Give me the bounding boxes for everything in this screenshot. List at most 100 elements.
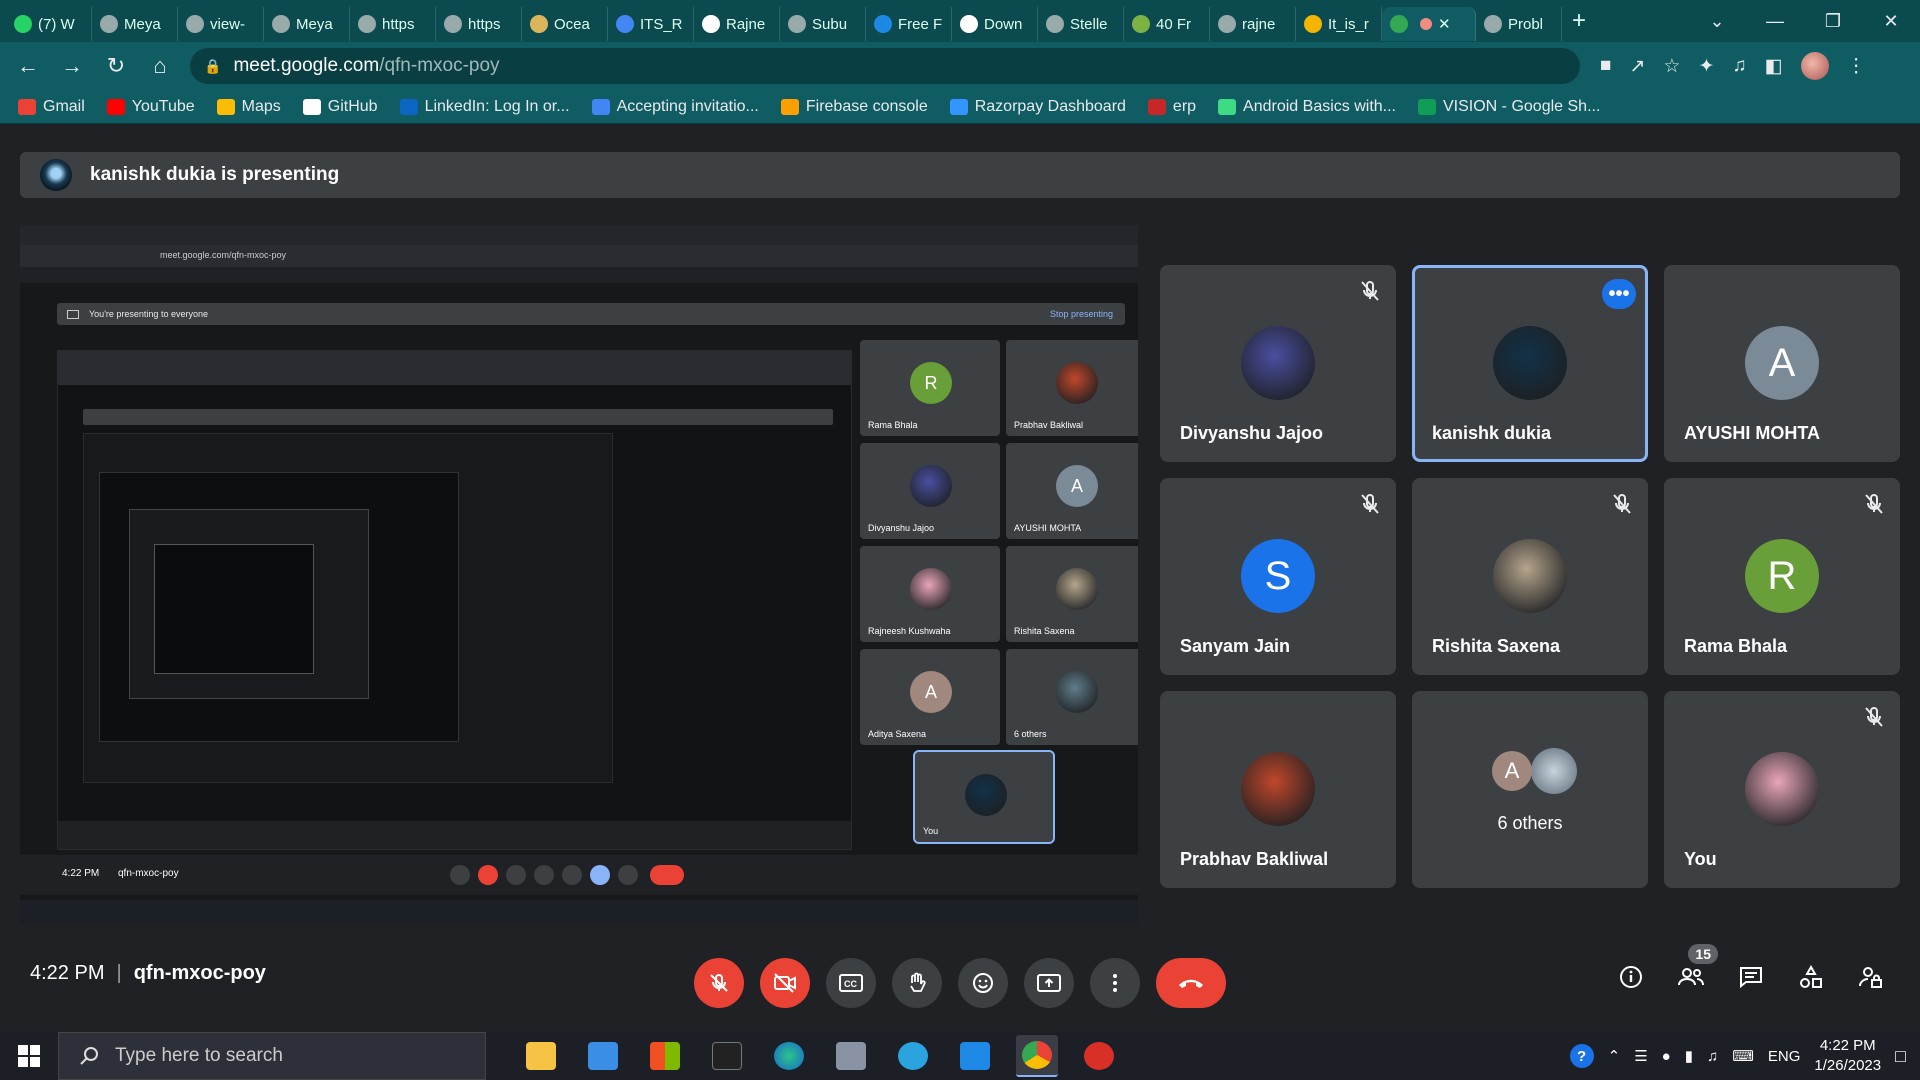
browser-tab[interactable]: https — [350, 7, 436, 41]
file-explorer-app[interactable] — [520, 1035, 562, 1077]
participant-tile[interactable]: A 6 others — [1412, 691, 1648, 888]
camera-in-use-icon[interactable]: ■ — [1600, 55, 1611, 77]
maximize-button[interactable]: ❐ — [1804, 0, 1862, 42]
keyboard-icon[interactable]: ⌨ — [1732, 1047, 1754, 1065]
network-icon[interactable]: ☰ — [1634, 1047, 1647, 1065]
browser-tab[interactable]: Rajne — [694, 7, 780, 41]
share-icon[interactable]: ↗ — [1629, 55, 1645, 78]
language-indicator[interactable]: ENG — [1768, 1048, 1801, 1065]
vscode-app[interactable] — [954, 1035, 996, 1077]
bookmark-item[interactable]: Gmail — [18, 98, 85, 116]
side-panel-icon[interactable]: ◧ — [1765, 55, 1783, 78]
bookmark-item[interactable]: GitHub — [302, 97, 378, 116]
participant-tile[interactable]: kanishk dukia ••• — [1412, 265, 1648, 462]
tab-label: Meya — [296, 15, 333, 33]
mic-toggle-button[interactable] — [694, 958, 744, 1008]
browser-tab[interactable]: ✕ — [1382, 7, 1476, 41]
people-button[interactable]: 15 — [1676, 944, 1718, 992]
mail-icon — [588, 1042, 618, 1070]
bookmark-item[interactable]: Firebase console — [780, 97, 928, 116]
camera-app[interactable] — [830, 1035, 872, 1077]
bookmark-item[interactable]: YouTube — [106, 98, 195, 116]
tray-chevron-icon[interactable]: ⌃ — [1608, 1047, 1621, 1065]
bookmark-label: Firebase console — [805, 97, 928, 115]
browser-tab[interactable]: Meya — [92, 7, 178, 41]
url-input[interactable]: 🔒 meet.google.com/qfn-mxoc-poy — [190, 48, 1580, 84]
present-button[interactable] — [1024, 958, 1074, 1008]
browser-tab[interactable]: view- — [178, 7, 264, 41]
reactions-button[interactable] — [958, 958, 1008, 1008]
help-icon[interactable]: ? — [1569, 1044, 1594, 1068]
microphone-icon[interactable]: ● — [1662, 1048, 1671, 1065]
browser-tab[interactable]: ITS_R — [608, 7, 694, 41]
chat-button[interactable] — [1736, 962, 1766, 992]
taskbar-clock[interactable]: 4:22 PM 1/26/2023 — [1814, 1036, 1881, 1076]
browser-tab[interactable]: 40 Fr — [1124, 7, 1210, 41]
raise-hand-button[interactable] — [892, 958, 942, 1008]
participant-tile[interactable]: R Rama Bhala — [1664, 478, 1900, 675]
browser-tab[interactable]: Stelle — [1038, 7, 1124, 41]
chrome-app[interactable] — [1016, 1035, 1058, 1077]
browser-tab[interactable]: rajne — [1210, 7, 1296, 41]
bookmark-label: GitHub — [327, 97, 378, 115]
participant-tile[interactable]: Rishita Saxena — [1412, 478, 1648, 675]
browser-tab[interactable]: Meya — [264, 7, 350, 41]
camera-toggle-button[interactable] — [760, 958, 810, 1008]
tab-search-icon[interactable]: ⌄ — [1688, 0, 1746, 42]
reload-button[interactable]: ↻ — [102, 52, 130, 80]
browser-tab[interactable]: Subu — [780, 7, 866, 41]
telegram-app[interactable] — [892, 1035, 934, 1077]
participant-tile[interactable]: Divyanshu Jajoo — [1160, 265, 1396, 462]
leave-call-button[interactable] — [1156, 958, 1226, 1008]
activities-button[interactable] — [1796, 962, 1826, 992]
close-tab-icon[interactable]: ✕ — [1438, 15, 1451, 33]
forward-button[interactable]: → — [58, 52, 86, 80]
browser-tab[interactable]: Down — [952, 7, 1038, 41]
meeting-details-button[interactable] — [1616, 962, 1646, 992]
browser-tab[interactable]: Free F — [866, 7, 952, 41]
shared-participant-tile: Divyanshu Jajoo — [860, 443, 1000, 539]
close-window-button[interactable]: ✕ — [1862, 0, 1920, 42]
captions-button[interactable]: CC — [826, 958, 876, 1008]
participant-tile[interactable]: You — [1664, 691, 1900, 888]
bookmark-item[interactable]: Maps — [216, 98, 281, 116]
store-app[interactable] — [644, 1035, 686, 1077]
media-control-icon[interactable]: ♫ — [1732, 55, 1746, 77]
recorder-app[interactable] — [1078, 1035, 1120, 1077]
bookmark-item[interactable]: Accepting invitatio... — [591, 98, 759, 116]
terminal-app[interactable] — [706, 1035, 748, 1077]
browser-tab[interactable]: (7) W — [6, 7, 92, 41]
participant-avatar: R — [1745, 539, 1819, 613]
participant-tile[interactable]: A AYUSHI MOHTA — [1664, 265, 1900, 462]
profile-avatar[interactable] — [1800, 52, 1829, 80]
participant-tile[interactable]: Prabhav Bakliwal — [1160, 691, 1396, 888]
bookmark-item[interactable]: LinkedIn: Log In or... — [399, 98, 570, 116]
battery-icon[interactable]: ▮ — [1685, 1047, 1693, 1065]
bookmark-item[interactable]: Android Basics with... — [1218, 98, 1396, 116]
browser-tab[interactable]: Ocea — [522, 7, 608, 41]
back-button[interactable]: ← — [14, 52, 42, 80]
bookmark-star-icon[interactable]: ☆ — [1663, 55, 1680, 78]
minimize-button[interactable]: — — [1746, 0, 1804, 42]
extensions-icon[interactable]: ✦ — [1698, 55, 1714, 78]
edge-app[interactable] — [768, 1035, 810, 1077]
participant-tile[interactable]: S Sanyam Jain — [1160, 478, 1396, 675]
bookmark-item[interactable]: VISION - Google Sh... — [1418, 98, 1600, 116]
start-button[interactable] — [0, 1032, 58, 1080]
bookmark-item[interactable]: Razorpay Dashboard — [949, 98, 1126, 116]
host-controls-button[interactable] — [1856, 962, 1886, 992]
new-tab-button[interactable]: + — [1572, 7, 1586, 35]
home-button[interactable]: ⌂ — [146, 52, 174, 80]
bookmark-item[interactable]: erp — [1147, 98, 1196, 116]
browser-tab[interactable]: It_is_r — [1296, 7, 1382, 41]
taskbar-search[interactable]: Type here to search — [58, 1032, 486, 1080]
browser-tab[interactable]: https — [436, 7, 522, 41]
more-options-button[interactable] — [1090, 958, 1140, 1008]
notifications-icon[interactable]: □ — [1895, 1046, 1906, 1067]
mail-app[interactable] — [582, 1035, 624, 1077]
bookmark-label: Android Basics with... — [1243, 97, 1396, 115]
shared-screen[interactable]: meet.google.com/qfn-mxoc-poy You're pres… — [20, 225, 1138, 925]
browser-tab[interactable]: Probl — [1476, 7, 1562, 41]
volume-icon[interactable]: ♫ — [1707, 1048, 1718, 1065]
chrome-menu-icon[interactable]: ⋮ — [1847, 55, 1866, 78]
